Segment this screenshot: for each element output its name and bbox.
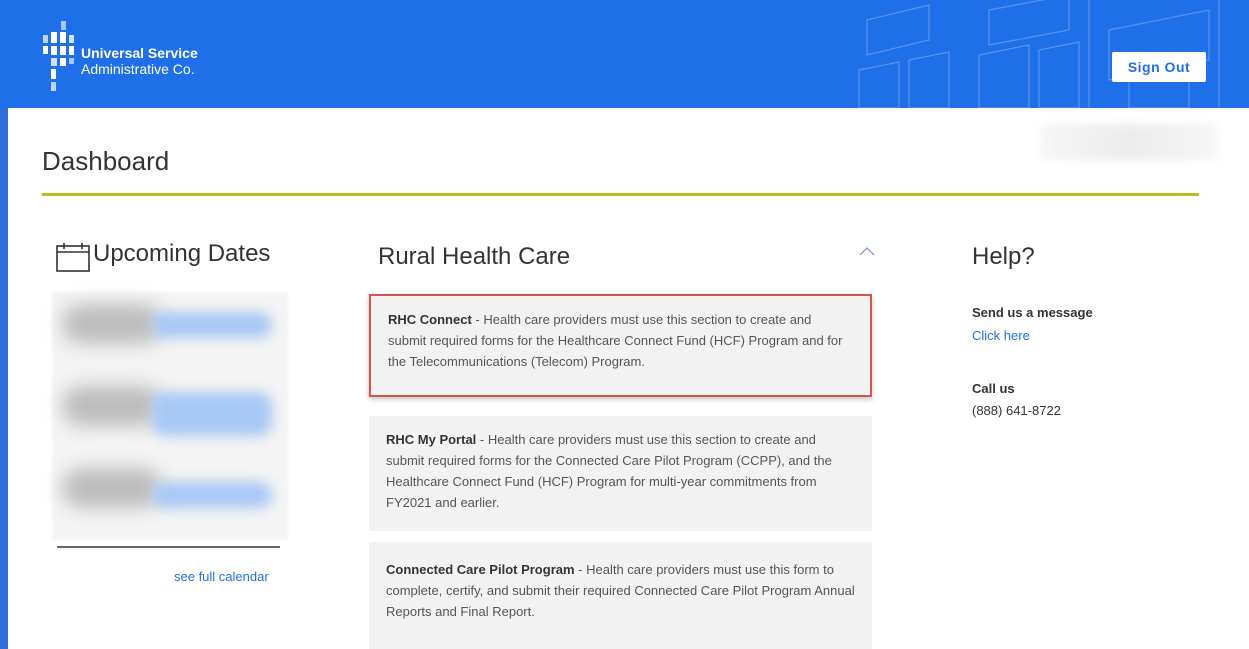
redacted-event-link bbox=[152, 482, 272, 508]
card-name: RHC Connect bbox=[388, 312, 472, 327]
rural-health-care-title: Rural Health Care bbox=[378, 243, 571, 270]
redacted-account-info bbox=[1040, 124, 1218, 160]
redacted-date bbox=[62, 304, 162, 344]
send-message-label: Send us a message bbox=[972, 305, 1093, 320]
logo-text: Universal Service Administrative Co. bbox=[81, 45, 198, 77]
page-title: Dashboard bbox=[42, 146, 170, 176]
rhc-my-portal-card[interactable]: RHC My Portal - Health care providers mu… bbox=[369, 416, 872, 531]
redacted-event-link bbox=[152, 312, 272, 338]
sign-out-button[interactable]: Sign Out bbox=[1112, 52, 1206, 82]
logo-line2: Administrative Co. bbox=[81, 61, 195, 77]
redacted-date bbox=[62, 386, 162, 426]
site-header: Universal Service Administrative Co. Sig… bbox=[0, 0, 1249, 108]
card-separator: - bbox=[476, 432, 488, 447]
card-separator: - bbox=[471, 312, 484, 327]
call-us-label: Call us bbox=[972, 381, 1015, 396]
logo-line1: Universal Service bbox=[81, 45, 198, 61]
redacted-date bbox=[62, 468, 162, 508]
card-name: Connected Care Pilot Program bbox=[386, 562, 575, 577]
click-here-link[interactable]: Click here bbox=[972, 328, 1030, 343]
redacted-event-link bbox=[152, 392, 272, 436]
phone-number: (888) 641-8722 bbox=[972, 403, 1061, 418]
title-divider bbox=[42, 193, 1199, 196]
see-full-calendar-link[interactable]: see full calendar bbox=[174, 569, 269, 584]
calendar-icon bbox=[56, 243, 90, 272]
card-name: RHC My Portal bbox=[386, 432, 477, 447]
redacted-dates-list bbox=[52, 292, 288, 540]
chevron-up-icon[interactable] bbox=[858, 245, 876, 257]
rhc-connect-card[interactable]: RHC Connect - Health care providers must… bbox=[369, 294, 872, 397]
card-separator: - bbox=[574, 562, 587, 577]
calendar-divider bbox=[57, 546, 280, 548]
upcoming-dates-title: Upcoming Dates bbox=[93, 240, 271, 267]
connected-care-pilot-card[interactable]: Connected Care Pilot Program - Health ca… bbox=[369, 542, 872, 649]
help-title: Help? bbox=[972, 243, 1035, 270]
